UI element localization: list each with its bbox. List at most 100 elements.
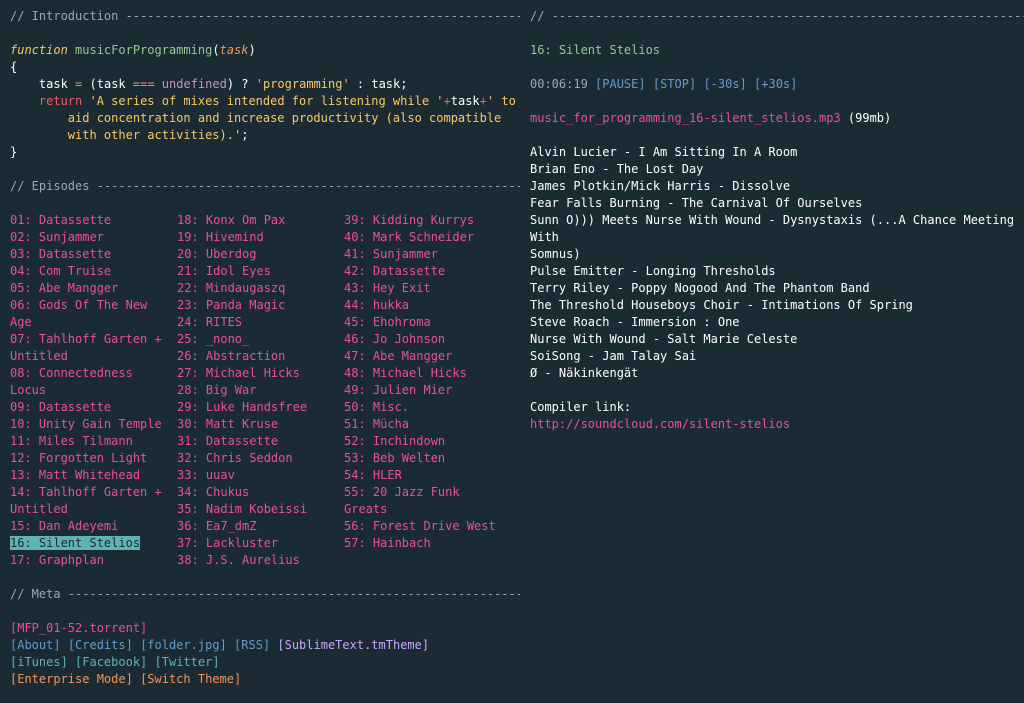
episode-link[interactable]: 29: Luke Handsfree [177, 399, 344, 416]
forward-30s-button[interactable]: [+30s] [754, 77, 797, 91]
episode-link[interactable]: 36: Ea7_dmZ [177, 518, 344, 535]
episode-link[interactable]: 30: Matt Kruse [177, 416, 344, 433]
episode-link[interactable]: 09: Datassette [10, 399, 177, 416]
episode-link[interactable]: 15: Dan Adeyemi [10, 518, 177, 535]
episode-link[interactable]: 53: Beb Welten [344, 450, 511, 467]
episode-link[interactable]: 55: 20 Jazz Funk [344, 484, 511, 501]
episode-link[interactable]: 33: uuav [177, 467, 344, 484]
episode-link[interactable]: 41: Sunjammer [344, 246, 511, 263]
episode-link-continuation[interactable]: Untitled [10, 501, 177, 518]
episode-link[interactable]: 17: Graphplan [10, 552, 177, 569]
episode-link[interactable]: 11: Miles Tilmann [10, 433, 177, 450]
episode-link[interactable]: 45: Ehohroma [344, 314, 511, 331]
episode-link[interactable]: 50: Misc. [344, 399, 511, 416]
episode-link[interactable]: 46: Jo Johnson [344, 331, 511, 348]
episode-link[interactable]: 21: Idol Eyes [177, 263, 344, 280]
episode-link[interactable]: 24: RITES [177, 314, 344, 331]
episode-label: 46: Jo Johnson [344, 332, 446, 346]
episode-link[interactable]: 40: Mark Schneider [344, 229, 511, 246]
right-column: // -------------------------------------… [530, 8, 1024, 433]
episode-link[interactable]: 23: Panda Magic [177, 297, 344, 314]
twitter-link[interactable]: [Twitter] [155, 655, 220, 669]
episode-label: 11: Miles Tilmann [10, 434, 133, 448]
episode-link[interactable]: 25: _nono_ [177, 331, 344, 348]
episode-link[interactable]: 01: Datassette [10, 212, 177, 229]
episode-label: 32: Chris Seddon [177, 451, 293, 465]
episode-link[interactable]: 42: Datassette [344, 263, 511, 280]
episode-link[interactable]: 48: Michael Hicks [344, 365, 511, 382]
episode-label: 21: Idol Eyes [177, 264, 271, 278]
compiler-link[interactable]: http://soundcloud.com/silent-stelios [530, 417, 790, 431]
track-item: SoiSong - Jam Talay Sai [530, 349, 697, 363]
pause-button[interactable]: [PAUSE] [595, 77, 646, 91]
track-item: Ø - Näkinkengät [530, 366, 639, 380]
episode-link[interactable]: 08: Connectedness [10, 365, 177, 382]
torrent-link[interactable]: [MFP_01-52.torrent] [10, 621, 147, 635]
code-line-assign: task = (task === undefined) ? 'programmi… [38, 77, 408, 91]
episode-link[interactable]: 28: Big War [177, 382, 344, 399]
episode-label: 47: Abe Mangger [344, 349, 453, 363]
episode-link[interactable]: 13: Matt Whitehead [10, 467, 177, 484]
episode-link-continuation[interactable]: Age [10, 314, 177, 331]
episode-link[interactable]: 12: Forgotten Light [10, 450, 177, 467]
episode-link[interactable]: 39: Kidding Kurrys [344, 212, 511, 229]
about-link[interactable]: [About] [10, 638, 61, 652]
episode-label: 16: Silent Stelios [10, 536, 141, 550]
episode-link[interactable]: 44: hukka [344, 297, 511, 314]
episode-link[interactable]: 14: Tahlhoff Garten + [10, 484, 177, 501]
episode-link[interactable]: 31: Datassette [177, 433, 344, 450]
episode-link[interactable]: 47: Abe Mangger [344, 348, 511, 365]
episode-link[interactable]: 22: Mindaugaszq [177, 280, 344, 297]
episode-link[interactable]: 32: Chris Seddon [177, 450, 344, 467]
episode-link[interactable]: 07: Tahlhoff Garten + [10, 331, 177, 348]
episode-label: 38: J.S. Aurelius [177, 553, 300, 567]
credits-link[interactable]: [Credits] [68, 638, 133, 652]
episode-link[interactable]: 03: Datassette [10, 246, 177, 263]
episode-link[interactable]: 35: Nadim Kobeissi [177, 501, 344, 518]
episode-link[interactable]: 49: Julien Mier [344, 382, 511, 399]
episode-link[interactable]: 51: Mücha [344, 416, 511, 433]
track-item: Fear Falls Burning - The Carnival Of Our… [530, 196, 863, 210]
rewind-30s-button[interactable]: [-30s] [703, 77, 746, 91]
episode-link[interactable]: 34: Chukus [177, 484, 344, 501]
episode-link[interactable]: 52: Inchindown [344, 433, 511, 450]
episode-link[interactable]: 02: Sunjammer [10, 229, 177, 246]
introduction-header: // Introduction ------------------------… [10, 9, 520, 23]
episode-link[interactable]: 06: Gods Of The New [10, 297, 177, 314]
episode-label: 33: uuav [177, 468, 235, 482]
episode-link-continuation[interactable]: Untitled [10, 348, 177, 365]
episode-label: 08: Connectedness [10, 366, 133, 380]
episode-label: 50: Misc. [344, 400, 410, 414]
stop-button[interactable]: [STOP] [653, 77, 696, 91]
episode-label: 26: Abstraction [177, 349, 286, 363]
enterprise-mode-link[interactable]: [Enterprise Mode] [10, 672, 133, 686]
episode-link[interactable]: 26: Abstraction [177, 348, 344, 365]
switch-theme-link[interactable]: [Switch Theme] [140, 672, 241, 686]
episode-link[interactable]: 18: Konx Om Pax [177, 212, 344, 229]
episode-link[interactable]: 57: Hainbach [344, 535, 511, 552]
episode-link[interactable]: 54: HLER [344, 467, 511, 484]
itunes-link[interactable]: [iTunes] [10, 655, 68, 669]
track-item: Brian Eno - The Lost Day [530, 162, 704, 176]
episode-link[interactable]: 10: Unity Gain Temple [10, 416, 177, 433]
episode-link-continuation[interactable]: Greats [344, 501, 511, 518]
facebook-link[interactable]: [Facebook] [75, 655, 147, 669]
episode-link[interactable]: 37: Lackluster [177, 535, 344, 552]
mp3-download-link[interactable]: music_for_programming_16-silent_stelios.… [530, 111, 841, 125]
episode-link[interactable]: 04: Com Truise [10, 263, 177, 280]
episode-link-continuation[interactable]: Locus [10, 382, 177, 399]
sublime-theme-link[interactable]: [SublimeText.tmTheme] [277, 638, 429, 652]
episode-label: Greats [344, 502, 388, 516]
episode-link[interactable]: 27: Michael Hicks [177, 365, 344, 382]
episode-link-selected[interactable]: 16: Silent Stelios [10, 535, 177, 552]
episode-link[interactable]: 05: Abe Mangger [10, 280, 177, 297]
track-item: Somnus) [530, 247, 581, 261]
rss-link[interactable]: [RSS] [234, 638, 270, 652]
episode-link[interactable]: 38: J.S. Aurelius [177, 552, 344, 569]
episode-link[interactable]: 56: Forest Drive West [344, 518, 511, 535]
folder-jpg-link[interactable]: [folder.jpg] [140, 638, 227, 652]
episode-link[interactable]: 43: Hey Exit [344, 280, 511, 297]
episode-link[interactable]: 19: Hivemind [177, 229, 344, 246]
compiler-row: http://soundcloud.com/silent-stelios [530, 416, 1024, 433]
episode-link[interactable]: 20: Uberdog [177, 246, 344, 263]
